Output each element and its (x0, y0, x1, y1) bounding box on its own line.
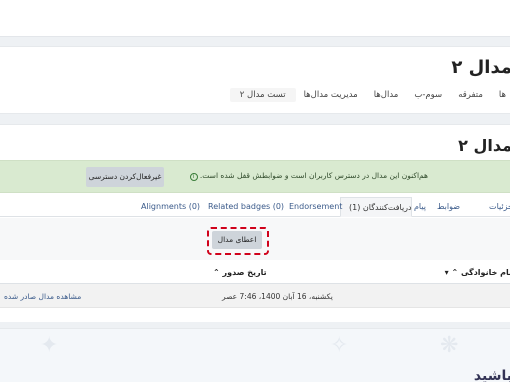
footer-card: ✦ ✧ ❋ باشید (0, 328, 510, 382)
breadcrumb-item[interactable]: مدال‌ها (366, 88, 407, 102)
sort-icon[interactable]: ⌃ ▾ (445, 268, 459, 277)
decorative-pattern: ✧ (330, 333, 349, 358)
footer-heading: باشید (473, 368, 510, 382)
status-alert: هم‌اکنون این مدال در دسترس کاربران است و… (0, 160, 510, 193)
decorative-pattern: ✦ (40, 333, 59, 358)
breadcrumb-item[interactable]: مدیریت مدال‌ها (296, 88, 366, 102)
info-icon: i (189, 173, 198, 181)
th-lastname[interactable]: نام خانوادگی ⌃ ▾ (445, 268, 510, 277)
decorative-pattern: ❋ (440, 333, 459, 358)
tab-details[interactable]: جزئیات (489, 197, 510, 217)
breadcrumb: ها متفرقه سوم-ب مدال‌ها مدیریت مدال‌ها ت… (229, 88, 510, 102)
th-lastname-label: نام خانوادگی (460, 268, 510, 277)
disable-access-button[interactable]: غیرفعال‌کردن دسترسی (86, 167, 164, 187)
view-issued-badge-link[interactable]: مشاهده مدال صادر شده (4, 292, 81, 301)
page-title: مدال ۲ (451, 57, 510, 78)
alert-message: هم‌اکنون این مدال در دسترس کاربران است و… (188, 171, 428, 181)
sort-icon[interactable]: ⌃ (213, 268, 220, 277)
tab-message[interactable]: پیام (414, 197, 426, 217)
badge-card: مدال ۲ هم‌اکنون این مدال در دسترس کاربرا… (0, 124, 510, 322)
table-header: نام خانوادگی ⌃ ▾ تاریخ صدور ⌃ (0, 262, 510, 284)
tab-endorsement[interactable]: Endorsement (289, 197, 342, 217)
breadcrumb-item[interactable]: متفرقه (450, 88, 491, 102)
tab-recipients[interactable]: دریافت‌کنندگان (1) (340, 197, 412, 217)
breadcrumb-item[interactable]: سوم-ب (406, 88, 450, 102)
page-header: مدال ۲ (0, 46, 510, 114)
tab-alignments[interactable]: Alignments (0) (141, 197, 200, 217)
alert-text: هم‌اکنون این مدال در دسترس کاربران است و… (199, 171, 428, 180)
tab-bar: جزئیات ضوابط پیام دریافت‌کنندگان (1) End… (0, 197, 510, 217)
breadcrumb-item[interactable]: ها (491, 88, 510, 102)
award-area: اعطای مدال (0, 218, 510, 260)
th-issued-date-label: تاریخ صدور (222, 268, 267, 277)
award-badge-button[interactable]: اعطای مدال (212, 231, 262, 249)
table-row: یکشنبه، 16 آبان 1400، 7:46 عصر مشاهده مد… (0, 284, 510, 308)
breadcrumb-current: تست مدال ۲ (229, 88, 296, 102)
issued-date-cell: یکشنبه، 16 آبان 1400، 7:46 عصر (222, 292, 333, 301)
th-issued-date[interactable]: تاریخ صدور ⌃ (213, 268, 267, 277)
top-navbar (0, 0, 510, 37)
tab-criteria[interactable]: ضوابط (437, 197, 460, 217)
tab-related-badges[interactable]: Related badges (0) (208, 197, 284, 217)
section-title: مدال ۲ (458, 136, 510, 155)
